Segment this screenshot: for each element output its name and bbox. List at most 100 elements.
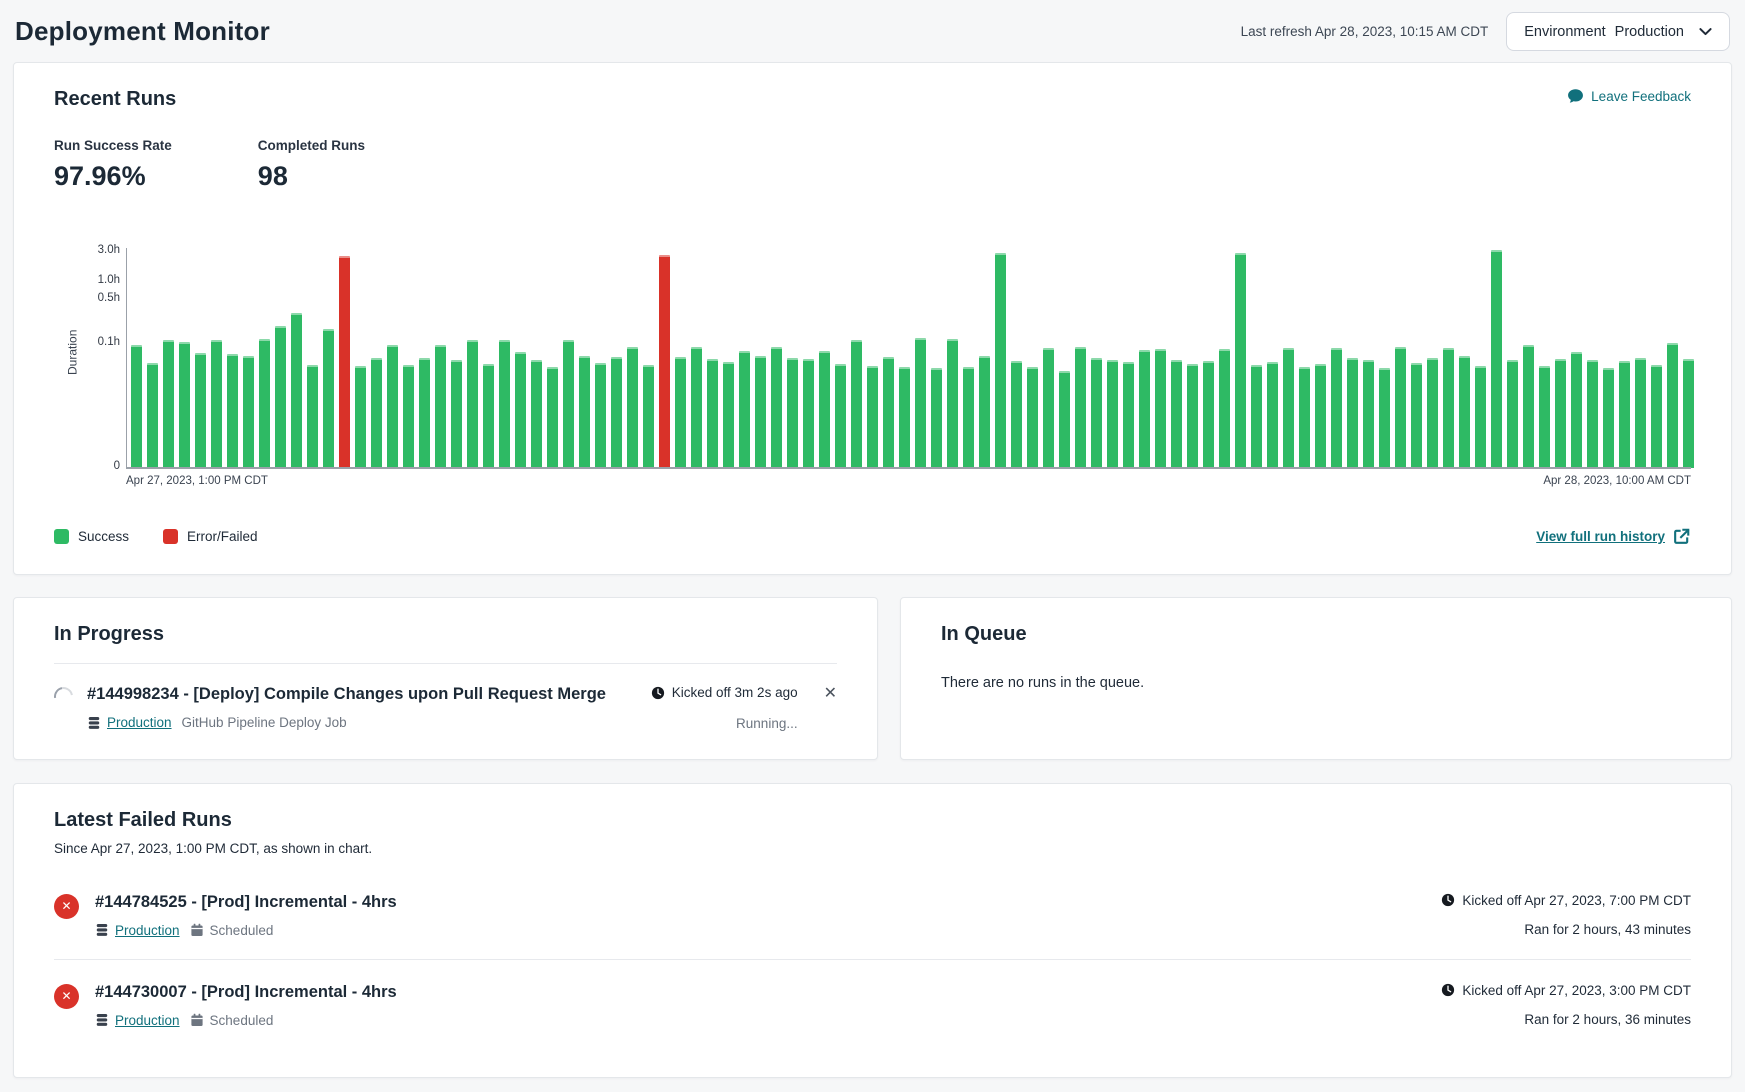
run-bar[interactable] bbox=[1283, 348, 1294, 468]
run-bar[interactable] bbox=[1395, 347, 1406, 468]
run-bar[interactable] bbox=[995, 253, 1006, 468]
run-bar[interactable] bbox=[1475, 366, 1486, 468]
run-bar[interactable] bbox=[723, 362, 734, 468]
run-bar[interactable] bbox=[1251, 365, 1262, 468]
environment-tag-link[interactable]: Production bbox=[87, 715, 172, 730]
run-bar[interactable] bbox=[1603, 368, 1614, 468]
run-bar[interactable] bbox=[1347, 358, 1358, 468]
run-bar[interactable] bbox=[1523, 345, 1534, 468]
run-bar[interactable] bbox=[259, 339, 270, 468]
run-bar[interactable] bbox=[771, 347, 782, 468]
run-bar[interactable] bbox=[883, 357, 894, 468]
run-bar[interactable] bbox=[435, 345, 446, 468]
run-bar[interactable] bbox=[611, 357, 622, 468]
run-bar[interactable] bbox=[707, 359, 718, 468]
run-bar[interactable] bbox=[1155, 349, 1166, 468]
run-bar[interactable] bbox=[1571, 352, 1582, 468]
run-bar[interactable] bbox=[1539, 366, 1550, 468]
run-bar[interactable] bbox=[1331, 348, 1342, 468]
run-bar[interactable] bbox=[1059, 371, 1070, 468]
run-bar[interactable] bbox=[563, 340, 574, 468]
run-bar[interactable] bbox=[243, 356, 254, 468]
run-bar[interactable] bbox=[211, 340, 222, 468]
run-bar[interactable] bbox=[515, 352, 526, 468]
run-bar[interactable] bbox=[131, 345, 142, 468]
run-bar[interactable] bbox=[275, 326, 286, 468]
run-bar[interactable] bbox=[1411, 363, 1422, 468]
run-bar[interactable] bbox=[595, 363, 606, 468]
run-bar[interactable] bbox=[547, 367, 558, 468]
run-bar[interactable] bbox=[819, 351, 830, 468]
run-bar[interactable] bbox=[1075, 347, 1086, 468]
run-bar[interactable] bbox=[1187, 364, 1198, 468]
run-bar[interactable] bbox=[739, 351, 750, 468]
run-bar[interactable] bbox=[1667, 343, 1678, 468]
run-bar[interactable] bbox=[1427, 358, 1438, 468]
run-bar[interactable] bbox=[499, 340, 510, 468]
close-icon[interactable]: ✕ bbox=[824, 686, 837, 702]
run-bar[interactable] bbox=[227, 354, 238, 468]
run-bar[interactable] bbox=[179, 342, 190, 468]
run-bar[interactable] bbox=[323, 329, 334, 468]
run-bar[interactable] bbox=[1443, 348, 1454, 468]
run-bar[interactable] bbox=[1363, 360, 1374, 468]
run-bar[interactable] bbox=[403, 365, 414, 468]
run-bar[interactable] bbox=[787, 358, 798, 468]
run-bar[interactable] bbox=[1043, 348, 1054, 468]
environment-tag-link[interactable]: Production bbox=[95, 1013, 180, 1028]
run-bar[interactable] bbox=[755, 356, 766, 468]
run-bar[interactable] bbox=[1651, 365, 1662, 468]
run-bar[interactable] bbox=[1683, 359, 1694, 468]
run-bar[interactable] bbox=[803, 359, 814, 468]
run-bar[interactable] bbox=[387, 345, 398, 468]
run-bar[interactable] bbox=[163, 340, 174, 468]
environment-tag-link[interactable]: Production bbox=[95, 923, 180, 938]
run-bar[interactable] bbox=[291, 313, 302, 468]
run-bar[interactable] bbox=[1619, 361, 1630, 468]
run-bar[interactable] bbox=[1379, 368, 1390, 468]
leave-feedback-link[interactable]: Leave Feedback bbox=[1567, 88, 1691, 105]
run-bar[interactable] bbox=[947, 339, 958, 468]
run-bar[interactable] bbox=[339, 256, 350, 468]
run-bar[interactable] bbox=[1123, 362, 1134, 468]
run-bar[interactable] bbox=[1091, 358, 1102, 468]
run-bar[interactable] bbox=[531, 360, 542, 468]
run-bar[interactable] bbox=[627, 347, 638, 468]
run-bar[interactable] bbox=[659, 255, 670, 468]
run-bar[interactable] bbox=[307, 365, 318, 468]
run-bar[interactable] bbox=[451, 360, 462, 468]
run-bar[interactable] bbox=[1219, 349, 1230, 468]
run-bar[interactable] bbox=[1459, 356, 1470, 468]
run-bar[interactable] bbox=[643, 365, 654, 468]
run-bar[interactable] bbox=[979, 356, 990, 468]
run-bar[interactable] bbox=[1011, 361, 1022, 468]
run-bar[interactable] bbox=[579, 356, 590, 468]
run-bar[interactable] bbox=[851, 340, 862, 468]
run-bar[interactable] bbox=[419, 358, 430, 468]
run-bar[interactable] bbox=[1507, 360, 1518, 468]
run-bar[interactable] bbox=[1267, 362, 1278, 468]
run-bar[interactable] bbox=[899, 367, 910, 468]
run-bar[interactable] bbox=[1107, 360, 1118, 468]
run-bar[interactable] bbox=[915, 338, 926, 468]
run-bar[interactable] bbox=[1491, 250, 1502, 468]
run-bar[interactable] bbox=[1555, 359, 1566, 468]
run-bar[interactable] bbox=[483, 364, 494, 468]
run-bar[interactable] bbox=[1139, 350, 1150, 468]
run-bar[interactable] bbox=[835, 364, 846, 468]
run-bar[interactable] bbox=[1027, 367, 1038, 468]
run-bar[interactable] bbox=[195, 353, 206, 468]
run-bar[interactable] bbox=[931, 368, 942, 468]
run-bar[interactable] bbox=[371, 358, 382, 468]
view-full-run-history-link[interactable]: View full run history bbox=[1536, 527, 1691, 546]
run-bar[interactable] bbox=[467, 340, 478, 468]
run-bar[interactable] bbox=[1203, 361, 1214, 468]
run-bar[interactable] bbox=[963, 367, 974, 468]
run-bar[interactable] bbox=[1635, 358, 1646, 468]
run-bar[interactable] bbox=[867, 366, 878, 468]
run-bar[interactable] bbox=[355, 366, 366, 468]
run-bar[interactable] bbox=[1235, 253, 1246, 468]
run-bar[interactable] bbox=[691, 347, 702, 468]
environment-selector[interactable]: Environment Production bbox=[1506, 12, 1730, 51]
run-bar[interactable] bbox=[1315, 364, 1326, 468]
